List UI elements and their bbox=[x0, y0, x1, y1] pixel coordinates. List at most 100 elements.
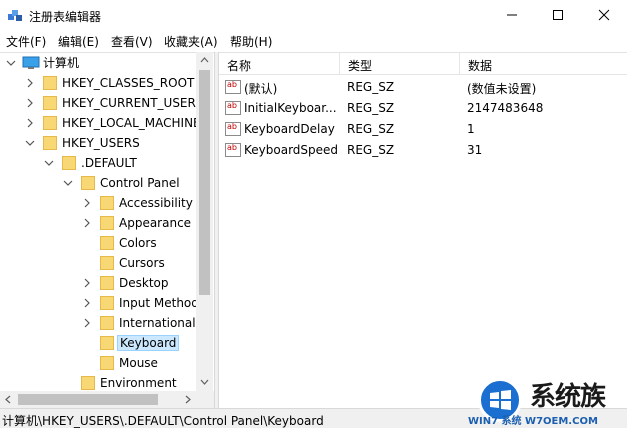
value-type: REG_SZ bbox=[347, 80, 395, 94]
scroll-right-icon[interactable] bbox=[183, 395, 192, 404]
tree-item-default[interactable]: .DEFAULT bbox=[0, 153, 196, 173]
menu-edit[interactable]: 编辑(E) bbox=[58, 33, 99, 50]
tree-item-international[interactable]: International bbox=[0, 313, 196, 333]
tree-item-label: Colors bbox=[119, 236, 157, 250]
watermark-url: WIN7 系统 W7OEM.COM bbox=[468, 416, 598, 427]
tree-item-colors[interactable]: Colors bbox=[0, 233, 196, 253]
folder-icon bbox=[100, 316, 114, 330]
window-title: 注册表编辑器 bbox=[29, 10, 102, 24]
string-value-icon: ab bbox=[225, 143, 241, 157]
list-row[interactable]: ab KeyboardSpeed REG_SZ 31 bbox=[219, 140, 627, 161]
chevron-right-icon[interactable] bbox=[81, 217, 93, 229]
value-name: InitialKeyboar... bbox=[244, 101, 337, 115]
menu-favorites[interactable]: 收藏夹(A) bbox=[164, 33, 218, 50]
tree-item-label: 计算机 bbox=[43, 56, 80, 70]
chevron-right-icon[interactable] bbox=[24, 117, 36, 129]
tree-item-label: International bbox=[119, 316, 196, 330]
scroll-left-icon[interactable] bbox=[4, 395, 13, 404]
list-row[interactable]: ab (默认) REG_SZ (数值未设置) bbox=[219, 77, 627, 98]
folder-icon bbox=[100, 356, 114, 370]
column-header-data[interactable]: 数据 bbox=[460, 53, 627, 75]
tree-item-desktop[interactable]: Desktop bbox=[0, 273, 196, 293]
tree-item-mouse[interactable]: Mouse bbox=[0, 353, 196, 373]
scroll-down-icon[interactable] bbox=[200, 377, 209, 386]
tree-item-hku[interactable]: HKEY_USERS bbox=[0, 133, 196, 153]
tree-item-label: HKEY_CURRENT_USER bbox=[62, 96, 196, 110]
minimize-button[interactable] bbox=[489, 0, 535, 30]
value-data: (数值未设置) bbox=[467, 82, 537, 96]
chevron-right-icon[interactable] bbox=[81, 277, 93, 289]
tree-item-label: Accessibility bbox=[119, 196, 193, 210]
folder-icon bbox=[62, 156, 76, 170]
tree-item-computer[interactable]: 计算机 bbox=[0, 53, 196, 73]
value-type: REG_SZ bbox=[347, 101, 395, 115]
folder-icon bbox=[100, 276, 114, 290]
column-header-type[interactable]: 类型 bbox=[340, 53, 460, 75]
menu-bar: 文件(F) 编辑(E) 查看(V) 收藏夹(A) 帮助(H) bbox=[0, 30, 627, 51]
folder-icon bbox=[81, 376, 95, 390]
tree-item-label: HKEY_USERS bbox=[62, 136, 140, 150]
chevron-right-icon[interactable] bbox=[24, 97, 36, 109]
tree-vertical-scrollbar[interactable] bbox=[196, 52, 213, 391]
folder-icon bbox=[100, 296, 114, 310]
list-row[interactable]: ab InitialKeyboar... REG_SZ 2147483648 bbox=[219, 98, 627, 119]
folder-icon bbox=[100, 256, 114, 270]
string-value-icon: ab bbox=[225, 101, 241, 115]
folder-icon bbox=[43, 96, 57, 110]
chevron-down-icon[interactable] bbox=[24, 137, 36, 149]
minimize-icon bbox=[507, 14, 517, 16]
maximize-icon bbox=[553, 10, 563, 20]
chevron-down-icon[interactable] bbox=[62, 177, 74, 189]
string-value-icon: ab bbox=[225, 122, 241, 136]
tree-item-hkcr[interactable]: HKEY_CLASSES_ROOT bbox=[0, 73, 196, 93]
tree-item-input-method[interactable]: Input Method bbox=[0, 293, 199, 313]
string-value-icon: ab bbox=[225, 80, 241, 94]
menu-file[interactable]: 文件(F) bbox=[6, 33, 46, 50]
chevron-right-icon[interactable] bbox=[81, 317, 93, 329]
chevron-down-icon[interactable] bbox=[43, 157, 55, 169]
status-path: 计算机\HKEY_USERS\.DEFAULT\Control Panel\Ke… bbox=[2, 414, 324, 428]
menu-help[interactable]: 帮助(H) bbox=[230, 33, 272, 50]
watermark: 系统族 WIN7 系统 W7OEM.COM bbox=[468, 372, 627, 428]
chevron-down-icon[interactable] bbox=[5, 57, 17, 69]
list-header: 名称 类型 数据 bbox=[219, 53, 627, 75]
chevron-right-icon[interactable] bbox=[81, 297, 93, 309]
value-data: 2147483648 bbox=[467, 101, 544, 115]
value-type: REG_SZ bbox=[347, 143, 395, 157]
value-data: 31 bbox=[467, 143, 483, 157]
folder-icon bbox=[43, 116, 57, 130]
tree-item-control-panel[interactable]: Control Panel bbox=[0, 173, 196, 193]
tree-item-hklm[interactable]: HKEY_LOCAL_MACHINE bbox=[0, 113, 201, 133]
folder-icon bbox=[43, 76, 57, 90]
watermark-brand: 系统族 bbox=[530, 382, 606, 412]
tree-pane[interactable]: 计算机 HKEY_CLASSES_ROOT HKEY_CURRENT_USER … bbox=[0, 52, 214, 391]
folder-icon bbox=[100, 336, 114, 350]
scrollbar-thumb[interactable] bbox=[18, 394, 158, 405]
close-icon bbox=[598, 9, 610, 21]
tree-horizontal-scrollbar[interactable] bbox=[0, 391, 214, 408]
maximize-button[interactable] bbox=[535, 0, 581, 30]
menu-view[interactable]: 查看(V) bbox=[111, 33, 153, 50]
list-row[interactable]: ab KeyboardDelay REG_SZ 1 bbox=[219, 119, 627, 140]
scrollbar-corner bbox=[196, 391, 213, 408]
tree-item-hkcu[interactable]: HKEY_CURRENT_USER bbox=[0, 93, 196, 113]
column-header-name[interactable]: 名称 bbox=[219, 53, 340, 75]
values-list-pane[interactable]: 名称 类型 数据 ab (默认) REG_SZ (数值未设置) ab Initi… bbox=[219, 52, 627, 408]
value-name: (默认) bbox=[244, 82, 278, 96]
scroll-up-icon[interactable] bbox=[200, 56, 209, 65]
tree-item-environment[interactable]: Environment bbox=[0, 373, 196, 391]
scrollbar-thumb[interactable] bbox=[199, 70, 210, 295]
tree-item-keyboard[interactable]: Keyboard bbox=[0, 333, 196, 353]
value-name: KeyboardSpeed bbox=[244, 143, 339, 157]
tree-item-cursors[interactable]: Cursors bbox=[0, 253, 196, 273]
close-button[interactable] bbox=[581, 0, 627, 30]
chevron-right-icon[interactable] bbox=[24, 77, 36, 89]
folder-icon bbox=[43, 136, 57, 150]
folder-icon bbox=[100, 216, 114, 230]
tree-item-label: Mouse bbox=[119, 356, 158, 370]
tree-item-accessibility[interactable]: Accessibility bbox=[0, 193, 196, 213]
tree-item-label: HKEY_CLASSES_ROOT bbox=[62, 76, 195, 90]
chevron-right-icon[interactable] bbox=[81, 197, 93, 209]
tree-item-appearance[interactable]: Appearance bbox=[0, 213, 196, 233]
tree-item-label: Cursors bbox=[119, 256, 165, 270]
